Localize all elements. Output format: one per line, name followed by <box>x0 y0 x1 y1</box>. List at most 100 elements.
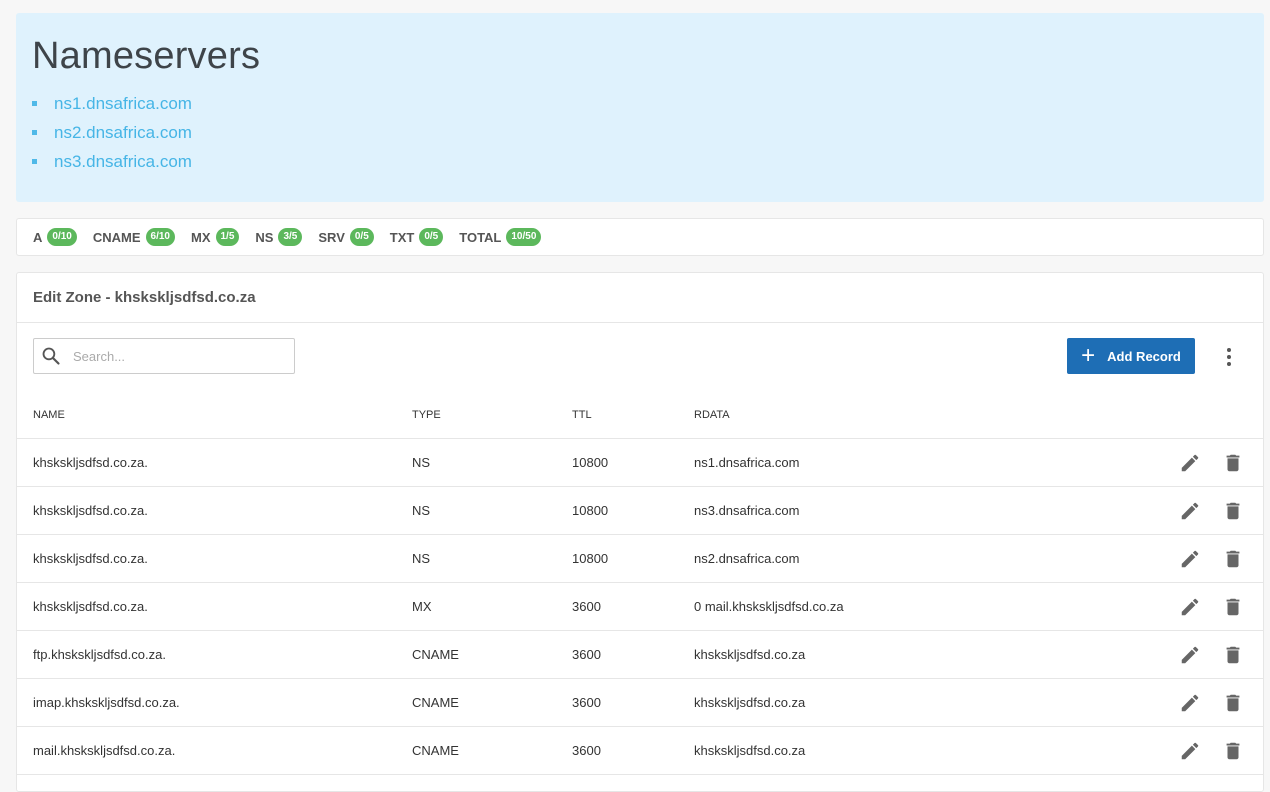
table-row: imap.khskskljsdfsd.co.za. CNAME 3600 khs… <box>17 679 1263 727</box>
count-label: CNAME <box>92 229 141 245</box>
nameserver-link-3[interactable]: ns3.dnsafrica.com <box>54 152 192 172</box>
count-badge: 10/50 <box>506 228 542 246</box>
pencil-icon[interactable] <box>1179 644 1201 666</box>
count-srv: SRV 0/5 <box>318 228 374 246</box>
count-badge: 3/5 <box>278 228 303 246</box>
nameservers-panel: Nameservers ns1.dnsafrica.com ns2.dnsafr… <box>16 13 1264 202</box>
trash-icon[interactable] <box>1222 644 1244 666</box>
record-rdata: ns1.dnsafrica.com <box>694 455 800 470</box>
count-label: SRV <box>318 229 345 245</box>
search-box[interactable] <box>33 338 295 374</box>
record-rdata: ns2.dnsafrica.com <box>694 551 800 566</box>
pencil-icon[interactable] <box>1179 452 1201 474</box>
trash-icon[interactable] <box>1222 740 1244 762</box>
record-type: MX <box>412 599 432 614</box>
plus-icon: + <box>1081 342 1096 369</box>
table-row: ftp.khskskljsdfsd.co.za. CNAME 3600 khsk… <box>17 631 1263 679</box>
nameservers-list: ns1.dnsafrica.com ns2.dnsafrica.com ns3.… <box>32 89 192 176</box>
count-label: TOTAL <box>459 229 502 245</box>
column-header-name[interactable]: NAME <box>33 391 65 438</box>
column-header-ttl[interactable]: TTL <box>572 391 592 438</box>
record-name: mail.khskskljsdfsd.co.za. <box>33 743 176 758</box>
row-actions <box>1179 583 1244 630</box>
count-badge: 0/5 <box>349 228 374 246</box>
record-ttl: 10800 <box>572 551 609 566</box>
zone-title: Edit Zone - khskskljsdfsd.co.za <box>17 273 1263 323</box>
count-total: TOTAL 10/50 <box>459 228 542 246</box>
record-ttl: 3600 <box>572 599 601 614</box>
trash-icon[interactable] <box>1222 548 1244 570</box>
records-table-body: khskskljsdfsd.co.za. NS 10800 ns1.dnsafr… <box>17 439 1263 775</box>
pencil-icon[interactable] <box>1179 548 1201 570</box>
search-input[interactable] <box>71 347 271 365</box>
nameserver-link-1[interactable]: ns1.dnsafrica.com <box>54 94 192 114</box>
record-type: CNAME <box>412 695 459 710</box>
record-rdata: khskskljsdfsd.co.za <box>694 647 806 662</box>
column-header-type[interactable]: TYPE <box>412 391 441 438</box>
trash-icon[interactable] <box>1222 692 1244 714</box>
count-badge: 1/5 <box>215 228 240 246</box>
record-name: khskskljsdfsd.co.za. <box>33 503 148 518</box>
row-actions <box>1179 487 1244 534</box>
row-actions <box>1179 535 1244 582</box>
count-mx: MX 1/5 <box>191 228 240 246</box>
add-record-button[interactable]: + Add Record <box>1067 338 1195 374</box>
pencil-icon[interactable] <box>1179 596 1201 618</box>
count-ns: NS 3/5 <box>255 228 303 246</box>
table-row: mail.khskskljsdfsd.co.za. CNAME 3600 khs… <box>17 727 1263 775</box>
row-actions <box>1179 631 1244 678</box>
count-badge: 0/5 <box>419 228 444 246</box>
count-badge: 0/10 <box>47 228 77 246</box>
table-header: NAME TYPE TTL RDATA <box>17 391 1263 439</box>
pencil-icon[interactable] <box>1179 740 1201 762</box>
record-ttl: 3600 <box>572 695 601 710</box>
count-label: TXT <box>389 229 415 245</box>
edit-zone-card: Edit Zone - khskskljsdfsd.co.za + Add Re… <box>16 272 1264 792</box>
nameserver-link-2[interactable]: ns2.dnsafrica.com <box>54 123 192 143</box>
bullet-icon <box>32 130 37 135</box>
row-actions <box>1179 439 1244 486</box>
add-record-label: Add Record <box>1107 348 1181 364</box>
record-rdata: khskskljsdfsd.co.za <box>694 695 806 710</box>
record-name: khskskljsdfsd.co.za. <box>33 455 148 470</box>
record-type: NS <box>412 503 431 518</box>
pencil-icon[interactable] <box>1179 500 1201 522</box>
record-type: NS <box>412 551 431 566</box>
record-ttl: 10800 <box>572 455 609 470</box>
record-type: NS <box>412 455 431 470</box>
trash-icon[interactable] <box>1222 500 1244 522</box>
record-name: khskskljsdfsd.co.za. <box>33 599 148 614</box>
count-label: A <box>33 229 43 245</box>
record-rdata: ns3.dnsafrica.com <box>694 503 800 518</box>
record-rdata: 0 mail.khskskljsdfsd.co.za <box>694 599 844 614</box>
trash-icon[interactable] <box>1222 452 1244 474</box>
record-counts-bar: A 0/10 CNAME 6/10 MX 1/5 NS 3/5 SRV 0/5 … <box>16 218 1264 256</box>
nameserver-item: ns1.dnsafrica.com <box>32 89 192 118</box>
table-row: khskskljsdfsd.co.za. NS 10800 ns3.dnsafr… <box>17 487 1263 535</box>
nameserver-item: ns3.dnsafrica.com <box>32 147 192 176</box>
more-vertical-icon[interactable] <box>1219 345 1239 369</box>
table-row: khskskljsdfsd.co.za. NS 10800 ns1.dnsafr… <box>17 439 1263 487</box>
record-type: CNAME <box>412 743 459 758</box>
row-actions <box>1179 679 1244 726</box>
column-header-rdata[interactable]: RDATA <box>694 391 730 438</box>
record-ttl: 3600 <box>572 647 601 662</box>
table-row: khskskljsdfsd.co.za. NS 10800 ns2.dnsafr… <box>17 535 1263 583</box>
record-name: ftp.khskskljsdfsd.co.za. <box>33 647 166 662</box>
count-a: A 0/10 <box>33 228 77 246</box>
bullet-icon <box>32 101 37 106</box>
record-ttl: 3600 <box>572 743 601 758</box>
pencil-icon[interactable] <box>1179 692 1201 714</box>
trash-icon[interactable] <box>1222 596 1244 618</box>
count-label: NS <box>255 229 274 245</box>
table-row: khskskljsdfsd.co.za. MX 3600 0 mail.khsk… <box>17 583 1263 631</box>
count-cname: CNAME 6/10 <box>93 228 175 246</box>
count-txt: TXT 0/5 <box>389 228 444 246</box>
row-actions <box>1179 727 1244 774</box>
bullet-icon <box>32 159 37 164</box>
record-name: imap.khskskljsdfsd.co.za. <box>33 695 180 710</box>
count-badge: 6/10 <box>145 228 175 246</box>
nameservers-title: Nameservers <box>32 35 261 77</box>
count-label: MX <box>191 229 211 245</box>
search-icon <box>41 346 61 366</box>
